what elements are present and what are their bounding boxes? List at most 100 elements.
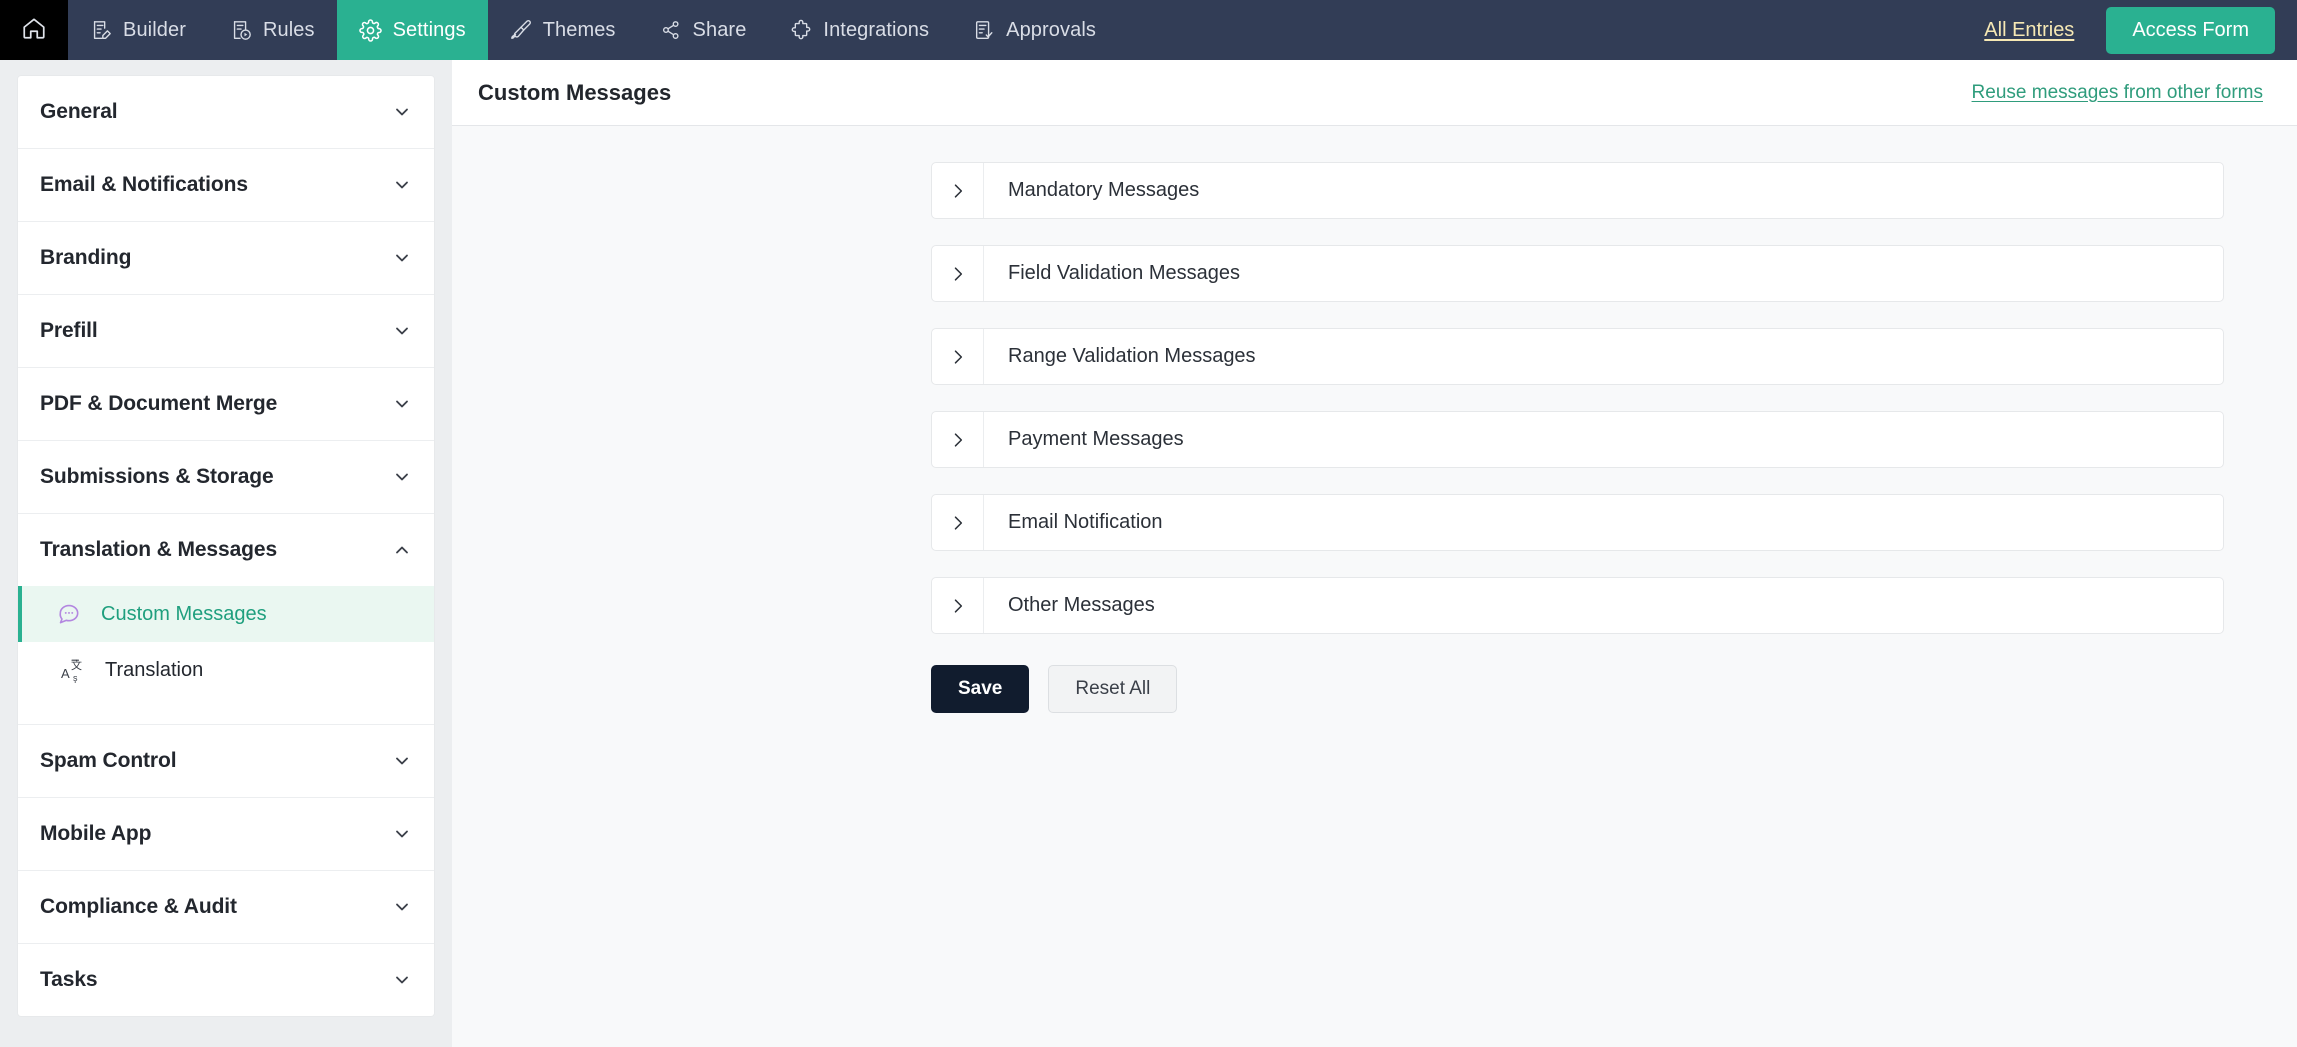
chevron-right-icon[interactable] xyxy=(932,412,984,467)
accordion-label: Field Validation Messages xyxy=(1008,262,1240,284)
sidebar-item-translation-messages-label: Translation & Messages xyxy=(40,538,278,561)
sidebar-item-translation[interactable]: A 文 ş Translation xyxy=(18,642,434,698)
nav-tabs: Builder Rules Settings Themes Share Inte… xyxy=(68,0,1118,60)
sidebar-item-mobile-app[interactable]: Mobile App xyxy=(18,798,434,870)
sidebar-item-prefill[interactable]: Prefill xyxy=(18,295,434,367)
tab-rules-label: Rules xyxy=(262,18,315,41)
chevron-down-icon xyxy=(392,175,412,195)
sidebar-item-submissions-storage[interactable]: Submissions & Storage xyxy=(18,441,434,513)
sidebar-item-email-notifications[interactable]: Email & Notifications xyxy=(18,149,434,221)
chevron-right-icon[interactable] xyxy=(932,578,984,633)
chevron-right-icon[interactable] xyxy=(932,246,984,301)
form-actions: Save Reset All xyxy=(452,660,2297,713)
sidebar-group-tasks: Tasks xyxy=(18,944,434,1016)
sidebar-group-pdf-document-merge: PDF & Document Merge xyxy=(18,368,434,441)
sidebar-item-tasks-label: Tasks xyxy=(40,968,98,991)
tab-approvals[interactable]: Approvals xyxy=(951,0,1118,60)
page-body: General Email & Notifications Branding P… xyxy=(0,60,2297,1047)
accordion-payment-messages[interactable]: Payment Messages xyxy=(931,411,2224,468)
chevron-down-icon xyxy=(392,897,412,917)
sidebar-item-pdf-document-merge[interactable]: PDF & Document Merge xyxy=(18,368,434,440)
sidebar-item-prefill-label: Prefill xyxy=(40,319,98,342)
chevron-right-icon[interactable] xyxy=(932,163,984,218)
tab-settings[interactable]: Settings xyxy=(336,0,488,60)
sidebar-item-translation-messages[interactable]: Translation & Messages xyxy=(18,514,434,586)
sidebar-item-branding-label: Branding xyxy=(40,246,132,269)
sidebar-group-submissions-storage: Submissions & Storage xyxy=(18,441,434,514)
main-body: Mandatory Messages Field Validation Mess… xyxy=(452,126,2297,1047)
all-entries-link[interactable]: All Entries xyxy=(1984,19,2074,42)
sidebar-item-custom-messages-label: Custom Messages xyxy=(101,602,267,625)
sidebar-item-tasks[interactable]: Tasks xyxy=(18,944,434,1016)
share-nodes-icon xyxy=(660,19,682,41)
sidebar-item-branding[interactable]: Branding xyxy=(18,222,434,294)
tab-builder[interactable]: Builder xyxy=(68,0,208,60)
sidebar-group-mobile-app: Mobile App xyxy=(18,798,434,871)
chevron-up-icon xyxy=(392,540,412,560)
chevron-down-icon xyxy=(392,824,412,844)
sidebar-group-compliance-audit: Compliance & Audit xyxy=(18,871,434,944)
accordion-label: Email Notification xyxy=(1008,511,1163,533)
sidebar-item-email-notifications-label: Email & Notifications xyxy=(40,173,248,196)
sidebar-item-general[interactable]: General xyxy=(18,76,434,148)
tab-settings-label: Settings xyxy=(392,18,466,41)
form-builder-icon xyxy=(90,19,112,41)
save-button[interactable]: Save xyxy=(931,665,1030,713)
chevron-right-icon[interactable] xyxy=(932,495,984,550)
chevron-down-icon xyxy=(392,394,412,414)
tab-builder-label: Builder xyxy=(123,18,186,41)
page-title: Custom Messages xyxy=(478,79,672,105)
reset-all-button[interactable]: Reset All xyxy=(1048,665,1178,713)
tab-integrations-label: Integrations xyxy=(823,18,930,41)
translate-icon: A 文 ş xyxy=(58,656,88,684)
main-header: Custom Messages Reuse messages from othe… xyxy=(452,60,2297,126)
tab-approvals-label: Approvals xyxy=(1006,18,1096,41)
sidebar-item-spam-control[interactable]: Spam Control xyxy=(18,725,434,797)
accordion-label: Mandatory Messages xyxy=(1008,179,1200,201)
tab-themes-label: Themes xyxy=(542,18,616,41)
chevron-down-icon xyxy=(392,970,412,990)
tab-share[interactable]: Share xyxy=(638,0,769,60)
tab-themes[interactable]: Themes xyxy=(488,0,638,60)
home-icon xyxy=(21,15,47,46)
custom-messages-accordion-list: Mandatory Messages Field Validation Mess… xyxy=(452,162,2297,634)
reuse-messages-link[interactable]: Reuse messages from other forms xyxy=(1972,82,2263,104)
main-content: Custom Messages Reuse messages from othe… xyxy=(452,60,2297,1047)
access-form-button[interactable]: Access Form xyxy=(2106,6,2275,54)
top-nav-actions: All Entries Access Form xyxy=(1984,0,2297,60)
sidebar-item-compliance-audit-label: Compliance & Audit xyxy=(40,895,237,918)
accordion-other-messages[interactable]: Other Messages xyxy=(931,577,2224,634)
svg-text:A: A xyxy=(61,666,70,681)
sidebar-item-spam-control-label: Spam Control xyxy=(40,749,177,772)
accordion-label: Other Messages xyxy=(1008,594,1155,616)
accordion-label: Range Validation Messages xyxy=(1008,345,1256,367)
accordion-label: Payment Messages xyxy=(1008,428,1184,450)
rules-icon xyxy=(230,19,252,41)
accordion-mandatory-messages[interactable]: Mandatory Messages xyxy=(931,162,2224,219)
gear-icon xyxy=(358,18,382,42)
accordion-email-notification[interactable]: Email Notification xyxy=(931,494,2224,551)
chevron-right-icon[interactable] xyxy=(932,329,984,384)
tab-share-label: Share xyxy=(692,18,747,41)
sidebar-group-branding: Branding xyxy=(18,222,434,295)
chevron-down-icon xyxy=(392,751,412,771)
sidebar-item-general-label: General xyxy=(40,100,118,123)
sidebar-group-translation-messages: Translation & Messages Custom Messages A… xyxy=(18,514,434,725)
svg-text:ş: ş xyxy=(73,673,78,683)
tab-rules[interactable]: Rules xyxy=(208,0,337,60)
sidebar-item-custom-messages[interactable]: Custom Messages xyxy=(18,586,434,642)
sidebar-item-submissions-storage-label: Submissions & Storage xyxy=(40,465,274,488)
tab-integrations[interactable]: Integrations xyxy=(768,0,951,60)
chevron-down-icon xyxy=(392,467,412,487)
chevron-down-icon xyxy=(392,321,412,341)
accordion-field-validation-messages[interactable]: Field Validation Messages xyxy=(931,245,2224,302)
sidebar-item-translation-label: Translation xyxy=(105,658,204,681)
puzzle-piece-icon xyxy=(790,19,812,41)
accordion-range-validation-messages[interactable]: Range Validation Messages xyxy=(931,328,2224,385)
sidebar-item-compliance-audit[interactable]: Compliance & Audit xyxy=(18,871,434,943)
home-button[interactable] xyxy=(0,0,68,60)
settings-sidebar-card: General Email & Notifications Branding P… xyxy=(18,76,434,1016)
settings-sidebar: General Email & Notifications Branding P… xyxy=(0,60,452,1047)
chevron-down-icon xyxy=(392,102,412,122)
sidebar-group-general: General xyxy=(18,76,434,149)
